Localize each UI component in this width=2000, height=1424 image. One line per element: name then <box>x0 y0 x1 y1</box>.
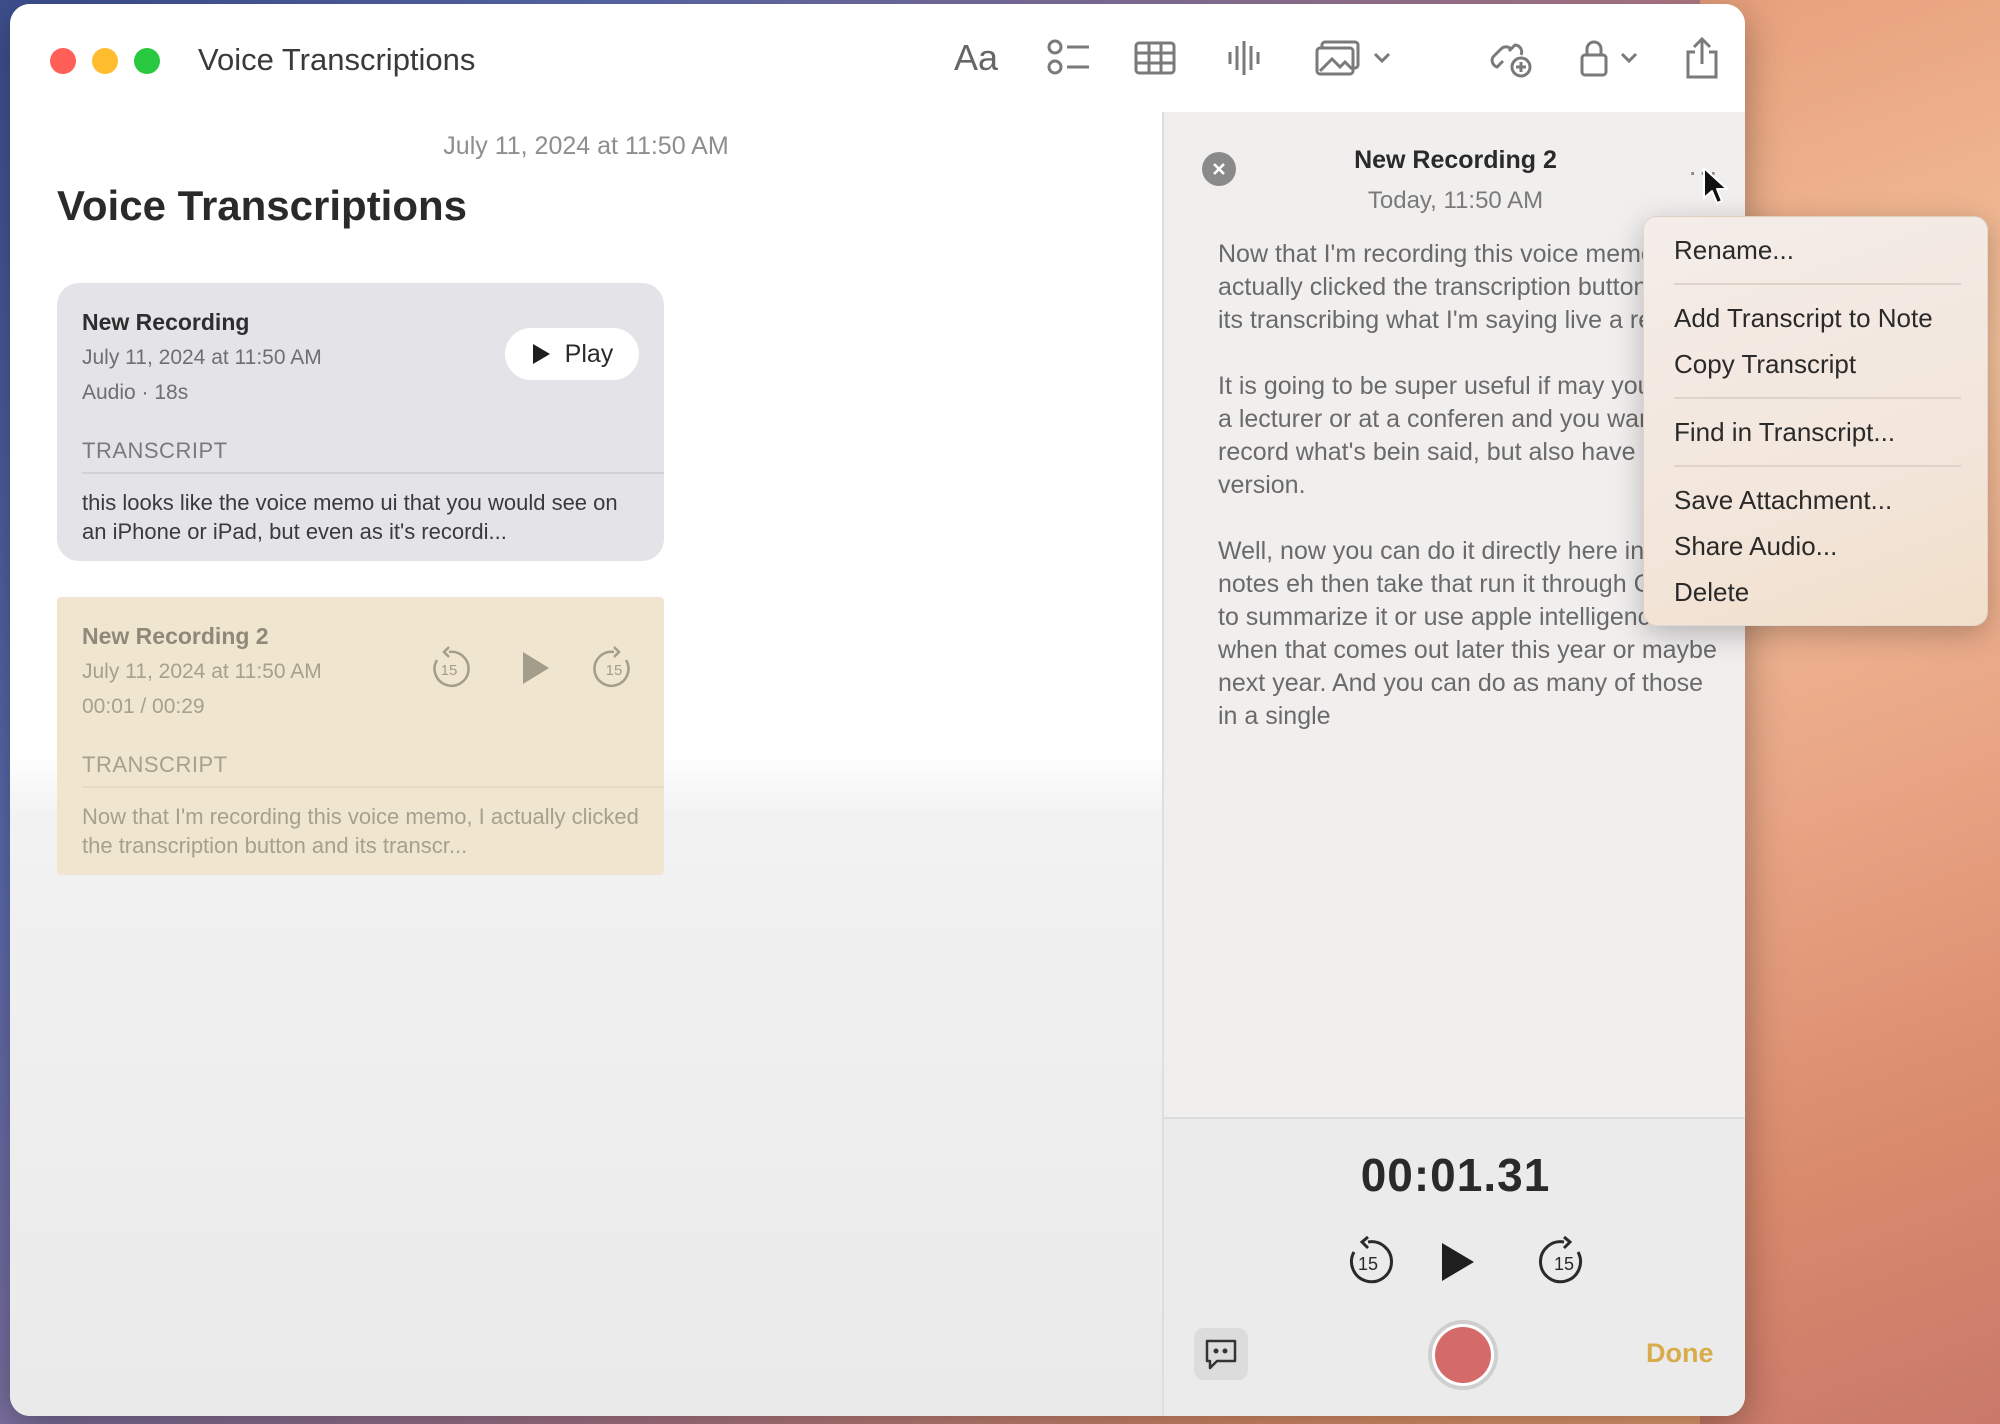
svg-text:15: 15 <box>1554 1254 1574 1274</box>
play-button[interactable] <box>511 646 555 690</box>
menu-item-find-in-transcript[interactable]: Find in Transcript... <box>1674 417 1895 448</box>
window-title: Voice Transcriptions <box>198 42 476 77</box>
menu-separator <box>1674 465 1961 467</box>
window-controls <box>50 48 160 74</box>
menu-item-delete[interactable]: Delete <box>1674 577 1749 608</box>
zoom-window-button[interactable] <box>134 48 160 74</box>
recording-timestamp: Today, 11:50 AM <box>1367 187 1544 214</box>
audio-record-button[interactable] <box>1220 32 1270 84</box>
context-menu: Rename... Add Transcript to Note Copy Tr… <box>1643 216 1988 626</box>
checklist-button[interactable] <box>1044 32 1094 84</box>
skip-back-15-icon: 15 <box>433 646 470 687</box>
transcript-section-label: TRANSCRIPT <box>82 438 228 463</box>
chevron-down-icon <box>1620 52 1638 64</box>
recording-attachment[interactable]: New Recording July 11, 2024 at 11:50 AM … <box>57 283 664 561</box>
recording-date: July 11, 2024 at 11:50 AM <box>82 660 322 683</box>
transcript-preview: Now that I'm recording this voice memo, … <box>82 804 639 858</box>
play-button-label: Play <box>564 339 614 368</box>
mouse-cursor-icon <box>1703 167 1728 204</box>
recording-name: New Recording <box>82 309 250 335</box>
menu-item-copy-transcript[interactable]: Copy Transcript <box>1674 349 1856 380</box>
chevron-down-icon <box>1373 52 1391 64</box>
skip-forward-button[interactable]: 15 <box>1534 1232 1594 1292</box>
menu-item-rename[interactable]: Rename... <box>1674 235 1794 266</box>
record-button[interactable] <box>1428 1320 1498 1390</box>
play-icon <box>1442 1243 1474 1281</box>
skip-forward-15-icon: 15 <box>593 646 630 687</box>
share-button[interactable] <box>1680 32 1724 84</box>
recording-attachment-selected[interactable]: New Recording 2 July 11, 2024 at 11:50 A… <box>57 597 664 875</box>
skip-back-button[interactable]: 15 <box>427 646 471 690</box>
transcript-section-label: TRANSCRIPT <box>82 752 228 777</box>
play-icon <box>523 652 549 684</box>
close-window-button[interactable] <box>50 48 76 74</box>
play-button[interactable] <box>1426 1232 1486 1292</box>
quote-bubble-icon <box>1205 1339 1237 1370</box>
recording-date: July 11, 2024 at 11:50 AM <box>82 346 322 369</box>
menu-separator <box>1674 283 1961 285</box>
minimize-window-button[interactable] <box>92 48 118 74</box>
menu-item-add-transcript[interactable]: Add Transcript to Note <box>1674 303 1933 334</box>
media-button[interactable] <box>1308 32 1398 84</box>
divider <box>82 472 664 474</box>
audio-waveform-icon <box>1228 41 1260 75</box>
skip-back-15-icon: 15 <box>1350 1236 1393 1284</box>
recording-meta: Audio · 18s <box>82 381 189 404</box>
collaborate-button[interactable] <box>1486 32 1536 84</box>
note-title[interactable]: Voice Transcriptions <box>57 182 467 230</box>
divider <box>1164 1117 1745 1119</box>
media-icon <box>1315 40 1360 76</box>
format-button[interactable]: Aa <box>954 32 998 84</box>
transcript-toggle-button[interactable] <box>1194 1328 1248 1380</box>
done-button[interactable]: Done <box>1646 1338 1714 1369</box>
share-icon <box>1686 36 1718 79</box>
checklist-icon <box>1047 39 1089 75</box>
svg-text:15: 15 <box>441 662 458 679</box>
playback-controls: 15 15 <box>427 642 647 698</box>
table-button[interactable] <box>1130 32 1180 84</box>
lock-button[interactable] <box>1574 32 1644 84</box>
menu-item-share-audio[interactable]: Share Audio... <box>1674 531 1837 562</box>
note-editor[interactable]: July 11, 2024 at 11:50 AM Voice Transcri… <box>10 112 1162 1416</box>
playback-timer: 00:01.31 <box>1360 1149 1551 1201</box>
skip-forward-button[interactable]: 15 <box>592 646 636 690</box>
divider <box>82 786 664 788</box>
play-button[interactable]: Play <box>505 328 639 380</box>
svg-text:15: 15 <box>1358 1254 1378 1274</box>
skip-forward-15-icon: 15 <box>1539 1236 1582 1284</box>
note-date: July 11, 2024 at 11:50 AM <box>443 132 729 160</box>
collaborate-icon <box>1490 43 1532 78</box>
title-bar: Voice Transcriptions Aa <box>10 4 1745 112</box>
record-dot-icon <box>1435 1327 1491 1383</box>
desktop-wallpaper <box>1700 0 2000 1424</box>
table-icon <box>1134 41 1176 75</box>
menu-item-save-attachment[interactable]: Save Attachment... <box>1674 485 1892 516</box>
svg-text:15: 15 <box>606 662 623 679</box>
recording-name: New Recording 2 <box>82 623 269 649</box>
recording-title: New Recording 2 <box>1354 146 1557 174</box>
menu-separator <box>1674 397 1961 399</box>
transcript-preview: this looks like the voice memo ui that y… <box>82 490 618 544</box>
notes-window: Voice Transcriptions Aa July 11, 2024 at… <box>10 4 1745 1416</box>
play-icon <box>532 344 550 364</box>
skip-back-button[interactable]: 15 <box>1338 1232 1398 1292</box>
lock-icon <box>1580 40 1608 77</box>
recording-progress: 00:01 / 00:29 <box>82 695 205 718</box>
